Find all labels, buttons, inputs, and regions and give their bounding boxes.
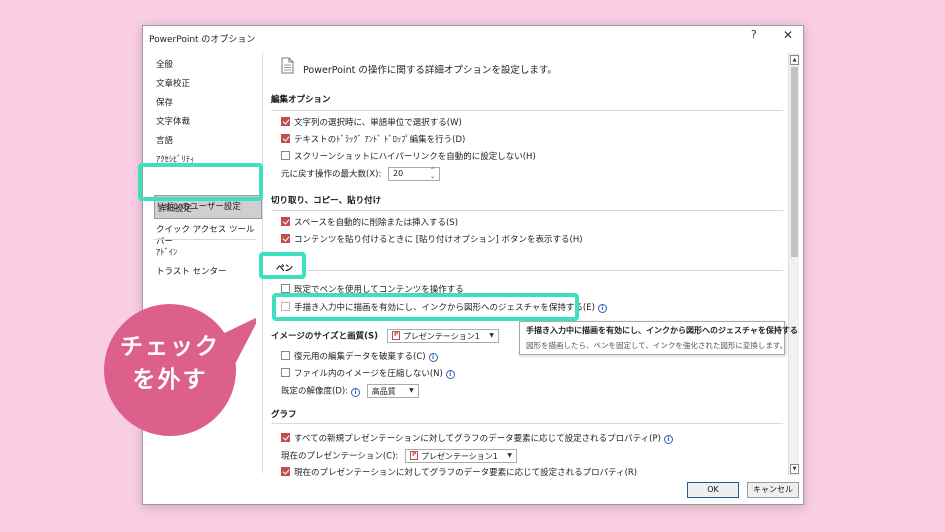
chevron-down-icon: ▼ xyxy=(489,332,494,339)
current-presentation-setting: 現在のプレゼンテーション(C): プレゼンテーション1 ▼ xyxy=(281,449,517,463)
resolution-value: 高品質 xyxy=(371,387,396,396)
option-pen-default[interactable]: 既定でペンを使用してコンテンツを操作する xyxy=(281,283,464,295)
checkbox[interactable] xyxy=(281,467,290,476)
option-label: コンテンツを貼り付けるときに [貼り付けオプション] ボタンを表示する(H) xyxy=(294,235,583,245)
undo-setting: 元に戻す操作の最大数(X): 20 ⌃ ⌄ xyxy=(281,167,441,181)
checkbox[interactable] xyxy=(281,117,290,126)
image-presentation-select[interactable]: プレゼンテーション1 ▼ xyxy=(386,329,499,343)
info-icon: i xyxy=(351,387,361,397)
option-label: 既定でペンを使用してコンテンツを操作する xyxy=(294,285,464,295)
scroll-thumb[interactable] xyxy=(791,67,798,257)
chevron-down-icon: ▼ xyxy=(507,452,512,459)
spinner-arrows-icon[interactable]: ⌃ ⌄ xyxy=(430,168,435,180)
resolution-setting: 既定の解像度(D): i 高品質 ▼ xyxy=(281,384,419,398)
sidebar-item-ribbon[interactable]: リボンのユーザー設定 xyxy=(156,200,241,212)
option-label: 復元用の編集データを破棄する(C) xyxy=(294,352,426,362)
info-icon: i xyxy=(663,435,673,444)
option-chart-current[interactable]: 現在のプレゼンテーションに対してグラフのデータ要素に応じて設定されるプロパティ(… xyxy=(281,466,637,476)
clipboard-heading: 切り取り、コピー、貼り付け xyxy=(271,196,382,206)
pen-heading: ペン xyxy=(276,264,294,274)
current-presentation-label: 現在のプレゼンテーション(C): xyxy=(281,451,399,462)
section-divider xyxy=(271,210,783,211)
section-divider xyxy=(307,270,783,271)
option-paste-button[interactable]: コンテンツを貼り付けるときに [貼り付けオプション] ボタンを表示する(H) xyxy=(281,233,583,245)
sidebar-item-proofing[interactable]: 文章校正 xyxy=(156,77,190,89)
option-discard-edit-data[interactable]: 復元用の編集データを破棄する(C) i xyxy=(281,350,438,362)
option-screenshot-hyperlink[interactable]: スクリーンショットにハイパーリンクを自動的に設定しない(H) xyxy=(281,150,536,162)
checkbox[interactable] xyxy=(281,134,290,143)
cancel-button[interactable]: キャンセル xyxy=(747,482,799,498)
checkbox[interactable] xyxy=(281,351,290,360)
image-heading: イメージのサイズと画質(S) xyxy=(271,331,378,342)
checkbox[interactable] xyxy=(281,368,290,377)
sidebar-divider xyxy=(154,239,256,240)
option-smart-spacing[interactable]: スペースを自動的に削除または挿入する(S) xyxy=(281,216,458,228)
callout-text: チェック を外す xyxy=(90,331,250,397)
current-presentation-select[interactable]: プレゼンテーション1 ▼ xyxy=(404,449,517,463)
option-label: スペースを自動的に削除または挿入する(S) xyxy=(294,218,459,228)
sidebar-item-language[interactable]: 言語 xyxy=(156,134,173,146)
option-label: ファイル内のイメージを圧縮しない(N) xyxy=(294,369,443,379)
help-button[interactable]: ? xyxy=(751,28,757,41)
sidebar-item-typography[interactable]: 文字体裁 xyxy=(156,115,190,127)
sidebar-item-trust-center[interactable]: トラスト センター xyxy=(156,265,227,277)
option-label: 文字列の選択時に、単語単位で選択する(W) xyxy=(294,118,462,128)
option-word-select[interactable]: 文字列の選択時に、単語単位で選択する(W) xyxy=(281,116,462,128)
document-settings-icon xyxy=(281,57,294,74)
close-button[interactable]: ✕ xyxy=(783,28,793,42)
dialog-title: PowerPoint のオプション xyxy=(149,35,256,45)
option-ink-to-shape[interactable]: 手描き入力中に描画を有効にし、インクから図形へのジェスチャを保持する(E) i xyxy=(281,301,607,313)
option-label: すべての新規プレゼンテーションに対してグラフのデータ要素に応じて設定されるプロパ… xyxy=(294,434,661,444)
checkbox[interactable] xyxy=(281,284,290,293)
option-label: 手描き入力中に描画を有効にし、インクから図形へのジェスチャを保持する(E) xyxy=(294,303,595,313)
option-label: テキストのﾄﾞﾗｯｸﾞ ｱﾝﾄﾞ ﾄﾞﾛｯﾌﾟ編集を行う(D) xyxy=(294,135,466,145)
option-no-compress[interactable]: ファイル内のイメージを圧縮しない(N) i xyxy=(281,367,455,379)
content-header: PowerPoint の操作に関する詳細オプションを設定します。 xyxy=(303,65,557,76)
info-icon: i xyxy=(597,304,607,313)
sidebar-item-general[interactable]: 全般 xyxy=(156,58,173,70)
callout-line-1: チェック xyxy=(120,334,220,360)
image-size-row: イメージのサイズと画質(S) プレゼンテーション1 ▼ xyxy=(271,329,499,343)
sidebar-item-accessibility[interactable]: ｱｸｾｼﾋﾞﾘﾃｨ xyxy=(156,153,194,165)
edit-options-heading: 編集オプション xyxy=(271,95,331,105)
section-divider xyxy=(271,110,783,111)
options-content: PowerPoint の操作に関する詳細オプションを設定します。 編集オプション… xyxy=(267,53,787,476)
option-label: 現在のプレゼンテーションに対してグラフのデータ要素に応じて設定されるプロパティ(… xyxy=(294,468,638,476)
checkbox[interactable] xyxy=(281,302,290,311)
callout-line-2: を外す xyxy=(132,367,208,393)
option-drag-drop[interactable]: テキストのﾄﾞﾗｯｸﾞ ｱﾝﾄﾞ ﾄﾞﾛｯﾌﾟ編集を行う(D) xyxy=(281,133,465,145)
scroll-up-icon[interactable]: ▲ xyxy=(790,55,799,65)
undo-value: 20 xyxy=(393,169,404,178)
option-label: スクリーンショットにハイパーリンクを自動的に設定しない(H) xyxy=(294,152,536,162)
image-presentation-value: プレゼンテーション1 xyxy=(402,332,480,341)
section-divider xyxy=(271,423,783,424)
vertical-scrollbar[interactable]: ▲ ▼ xyxy=(788,53,799,476)
ok-button[interactable]: OK xyxy=(687,482,739,498)
chart-heading: グラフ xyxy=(271,410,297,420)
checkbox[interactable] xyxy=(281,151,290,160)
chevron-down-icon: ▼ xyxy=(409,387,414,394)
tooltip-description: 図形を描画したら、ペンを固定して、インクを強化された図形に変換します。 xyxy=(526,341,788,350)
option-chart-all-new[interactable]: すべての新規プレゼンテーションに対してグラフのデータ要素に応じて設定されるプロパ… xyxy=(281,432,673,444)
undo-spinner[interactable]: 20 ⌃ ⌄ xyxy=(388,167,441,181)
info-icon: i xyxy=(428,353,438,362)
sidebar-item-save[interactable]: 保存 xyxy=(156,96,173,108)
ink-option-tooltip: 手描き入力中に描画を有効にし、インクから図形へのジェスチャを保持する 図形を描画… xyxy=(519,321,798,355)
pptx-file-icon xyxy=(409,451,418,460)
current-presentation-value: プレゼンテーション1 xyxy=(420,452,498,461)
undo-label: 元に戻す操作の最大数(X): xyxy=(281,169,382,180)
info-icon: i xyxy=(445,370,455,379)
checkbox[interactable] xyxy=(281,217,290,226)
scroll-down-icon[interactable]: ▼ xyxy=(790,464,799,474)
sidebar-item-quick-access[interactable]: クイック アクセス ツール バー xyxy=(156,223,262,247)
resolution-label: 既定の解像度(D): xyxy=(281,386,349,397)
resolution-select[interactable]: 高品質 ▼ xyxy=(366,384,419,398)
pptx-file-icon xyxy=(391,331,400,340)
checkbox[interactable] xyxy=(281,234,290,243)
tooltip-title: 手描き入力中に描画を有効にし、インクから図形へのジェスチャを保持する xyxy=(526,326,798,335)
sidebar-item-addins[interactable]: ｱﾄﾞｲﾝ xyxy=(156,246,177,258)
checkbox[interactable] xyxy=(281,433,290,442)
